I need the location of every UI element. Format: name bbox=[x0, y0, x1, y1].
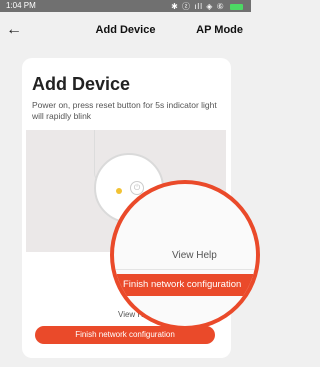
nav-bar: ← Add Device AP Mode bbox=[0, 12, 251, 52]
status-bar: 1:04 PM ✱ ⓩ ıll ◈ ⑥ bbox=[0, 0, 251, 12]
status-icons: ✱ ⓩ ıll ◈ ⑥ bbox=[171, 1, 243, 12]
battery-icon bbox=[230, 3, 243, 10]
ap-mode-button[interactable]: AP Mode bbox=[196, 24, 243, 36]
card-description: Power on, press reset button for 5s indi… bbox=[32, 100, 217, 121]
indicator-light-icon bbox=[116, 188, 122, 194]
magnifier-callout: View Help Finish network configuration bbox=[110, 180, 260, 330]
status-icons-text: ✱ ⓩ ıll ◈ ⑥ bbox=[171, 2, 225, 11]
magnified-view-help-link[interactable]: View Help bbox=[172, 250, 217, 261]
status-time: 1:04 PM bbox=[6, 1, 36, 10]
divider bbox=[114, 269, 256, 270]
card-title: Add Device bbox=[32, 74, 131, 94]
magnified-finish-button[interactable]: Finish network configuration bbox=[114, 274, 256, 296]
